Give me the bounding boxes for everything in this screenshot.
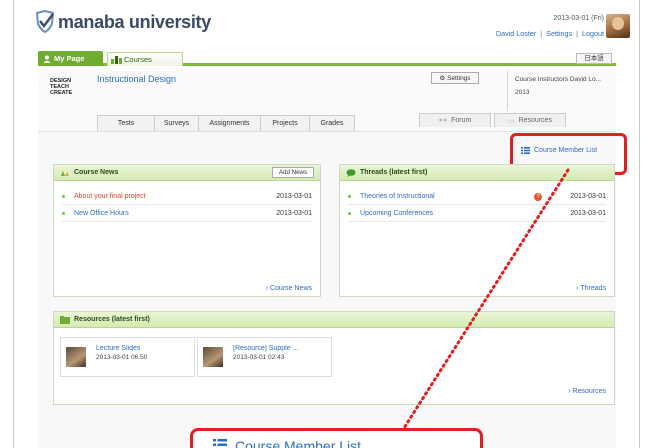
tab-courses-label: Courses <box>124 55 152 64</box>
user-icon <box>43 55 51 63</box>
courses-icon <box>111 56 122 64</box>
main-nav: My Page Courses 日本語 <box>38 51 616 66</box>
threads-more-link[interactable]: › Threads <box>576 285 606 292</box>
user-links: David Loster | Settings | Logout <box>470 29 604 38</box>
news-item[interactable]: New Office Hours 2013-03-01 <box>62 206 312 222</box>
bullet-icon <box>62 212 65 215</box>
logo-text: manaba university <box>58 11 211 32</box>
settings-link[interactable]: Settings <box>546 29 572 38</box>
manaba-logo[interactable]: manaba university <box>34 9 211 35</box>
tab-courses[interactable]: Courses <box>107 52 183 66</box>
speech-bubble-icon <box>346 168 356 177</box>
resources-icon: ▭ <box>507 117 515 125</box>
course-tabs: Tests Surveys Assignments Projects Grade… <box>97 115 355 131</box>
news-icon <box>61 170 69 176</box>
wrench-icon: ⚙ <box>439 75 448 82</box>
course-settings-button[interactable]: ⚙ Settings <box>431 72 479 84</box>
news-item[interactable]: About your final project 2013-03-01 <box>62 189 312 205</box>
course-news-panel: Course News Add News About your final pr… <box>53 164 321 297</box>
divider <box>507 71 508 111</box>
resource-thumbnail <box>203 347 223 367</box>
threads-panel: Threads (latest first) Theories of Instr… <box>339 164 615 297</box>
tab-resources[interactable]: ▭ Resources <box>494 113 566 127</box>
folder-icon <box>60 315 70 324</box>
shield-check-icon <box>35 10 55 34</box>
add-news-button[interactable]: Add News <box>272 167 314 178</box>
thread-item[interactable]: Upcoming Conferences 2013-03-01 <box>348 206 606 222</box>
tab-grades[interactable]: Grades <box>310 116 355 131</box>
resource-card[interactable]: [Resource] Supple ... 2013-03-01 02:43 <box>197 337 332 377</box>
tab-tests[interactable]: Tests <box>98 116 155 131</box>
course-instructors: Course Instructors David Lo... <box>515 76 601 83</box>
tab-mypage-label: My Page <box>54 54 85 63</box>
current-date: 2013-03-01 (Fri) <box>553 15 604 22</box>
user-name-link[interactable]: David Loster <box>496 29 536 38</box>
tab-forum[interactable]: ●● Forum <box>419 113 491 127</box>
tab-projects[interactable]: Projects <box>261 116 310 131</box>
resources-more-link[interactable]: › Resources <box>568 388 606 395</box>
bullet-icon <box>348 195 351 198</box>
threads-header: Threads (latest first) <box>340 165 614 181</box>
tab-assignments[interactable]: Assignments <box>199 116 261 131</box>
course-header: DESIGN TEACH CREATE Instructional Design… <box>38 68 616 132</box>
callout-text: Course Member List <box>235 438 362 448</box>
callout-box: Course Member List <box>190 428 483 448</box>
logout-link[interactable]: Logout <box>582 29 604 38</box>
course-year: 2013 <box>515 89 530 96</box>
tab-mypage[interactable]: My Page <box>38 51 103 66</box>
course-news-more-link[interactable]: › Course News <box>266 285 312 292</box>
tab-surveys[interactable]: Surveys <box>155 116 199 131</box>
separator: | <box>540 29 543 38</box>
course-logo: DESIGN TEACH CREATE <box>50 78 73 96</box>
unread-badge-icon: ? <box>534 192 543 201</box>
separator: | <box>576 29 579 38</box>
member-list-icon <box>213 439 227 446</box>
bullet-icon <box>62 195 65 198</box>
course-title[interactable]: Instructional Design <box>97 74 176 84</box>
thread-item[interactable]: Theories of Instructional ? 2013-03-01 <box>348 189 606 205</box>
bullet-icon <box>348 212 351 215</box>
forum-icon: ●● <box>438 117 448 124</box>
resources-header: Resources (latest first) <box>54 312 614 328</box>
course-news-header: Course News Add News <box>54 165 320 181</box>
resource-card[interactable]: Lecture Slides 2013-03-01 06:50 <box>60 337 195 377</box>
language-button[interactable]: 日本語 <box>576 53 612 64</box>
resources-panel: Resources (latest first) Lecture Slides … <box>53 311 615 405</box>
avatar[interactable] <box>606 14 630 38</box>
resource-thumbnail <box>66 347 86 367</box>
